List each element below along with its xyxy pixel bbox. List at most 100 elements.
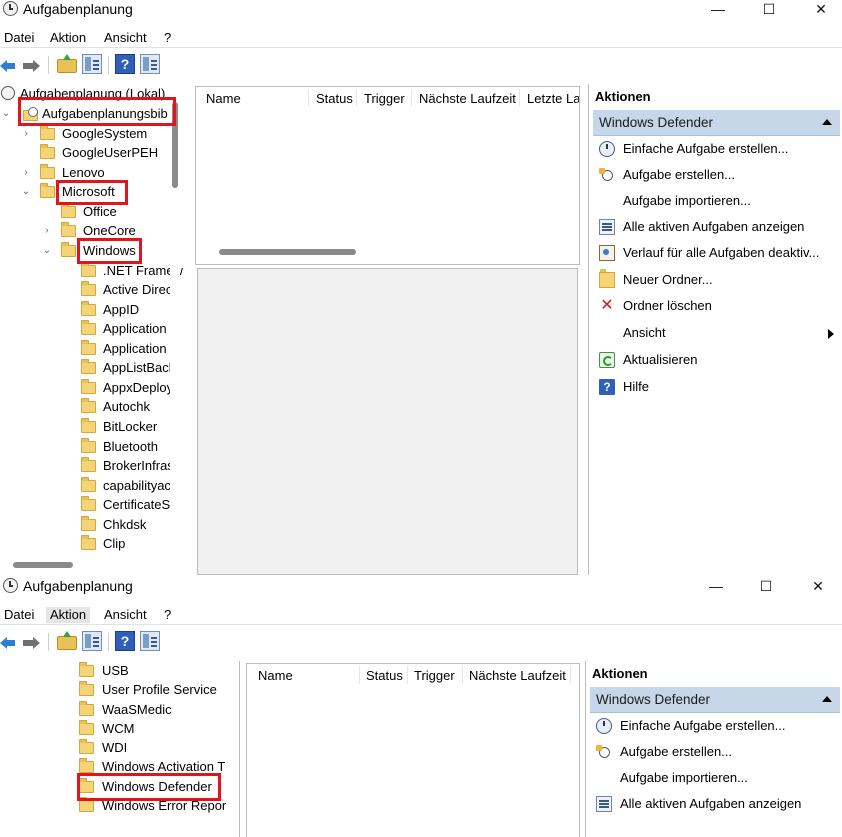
tree-label: Chkdsk bbox=[103, 517, 147, 532]
tree-item-windows-activation[interactable]: Windows Activation T bbox=[0, 757, 235, 776]
action-view-submenu[interactable]: Ansicht bbox=[593, 321, 840, 345]
menu-datei[interactable]: Datei bbox=[4, 607, 34, 623]
help-icon[interactable]: ? bbox=[115, 631, 135, 651]
chevron-right-icon[interactable]: › bbox=[42, 221, 52, 240]
folder-icon bbox=[81, 281, 96, 296]
menu-help[interactable]: ? bbox=[164, 30, 171, 46]
show-hide-console-tree-icon[interactable] bbox=[82, 54, 102, 74]
menu-help[interactable]: ? bbox=[164, 607, 171, 623]
tree-label: WCM bbox=[102, 721, 135, 736]
actions-section-header[interactable]: Windows Defender bbox=[593, 110, 840, 136]
folder-icon bbox=[79, 778, 94, 793]
chevron-down-icon[interactable]: ⌄ bbox=[42, 241, 52, 260]
tree-label: WaaSMedic bbox=[102, 702, 172, 717]
chevron-right-icon[interactable]: › bbox=[21, 124, 31, 143]
maximize-button[interactable]: ☐ bbox=[754, 0, 784, 18]
action-import-task[interactable]: Aufgabe importieren... bbox=[593, 189, 840, 213]
title-bar: Aufgabenplanung — ☐ ✕ bbox=[0, 0, 842, 18]
chevron-right-icon[interactable]: › bbox=[21, 163, 31, 182]
minimize-button[interactable]: — bbox=[701, 577, 731, 595]
chevron-down-icon[interactable]: ⌄ bbox=[21, 182, 31, 201]
action-help[interactable]: ? Hilfe bbox=[593, 375, 840, 399]
column-name[interactable]: Name bbox=[206, 91, 241, 107]
folder-icon bbox=[81, 320, 96, 335]
folder-up-icon[interactable] bbox=[57, 54, 77, 73]
tree-item-windows-error-reporting[interactable]: Windows Error Repor bbox=[0, 796, 235, 815]
action-label: Alle aktiven Aufgaben anzeigen bbox=[623, 219, 805, 234]
tree-label: Clip bbox=[103, 536, 126, 551]
menu-bar: Datei Aktion Ansicht ? bbox=[0, 605, 842, 625]
action-create-task[interactable]: Aufgabe erstellen... bbox=[590, 740, 840, 764]
tree-label: AppxDeploy bbox=[103, 380, 174, 395]
maximize-button[interactable]: ☐ bbox=[751, 577, 781, 595]
tree-label: Aufgabenplanung (Lokal) bbox=[20, 86, 166, 101]
back-arrow-icon[interactable] bbox=[0, 54, 20, 74]
menu-ansicht[interactable]: Ansicht bbox=[104, 30, 147, 46]
task-list-pane: Name Status Trigger Nächste Laufzeit Let… bbox=[195, 86, 580, 265]
chevron-down-icon[interactable]: ⌄ bbox=[1, 104, 11, 123]
column-next-run[interactable]: Nächste Laufzeit bbox=[419, 91, 516, 107]
title-bar: Aufgabenplanung — ☐ ✕ bbox=[0, 577, 842, 595]
action-create-task[interactable]: Aufgabe erstellen... bbox=[593, 163, 840, 187]
tree-label: Microsoft bbox=[62, 184, 115, 199]
column-status[interactable]: Status bbox=[366, 668, 403, 684]
actions-section-header[interactable]: Windows Defender bbox=[590, 687, 840, 713]
action-import-task[interactable]: Aufgabe importieren... bbox=[590, 766, 840, 790]
toolbar-separator bbox=[108, 633, 109, 651]
forward-arrow-icon[interactable] bbox=[22, 631, 42, 651]
action-disable-history[interactable]: Verlauf für alle Aufgaben deaktiv... bbox=[593, 241, 840, 265]
actions-title: Aktionen bbox=[592, 666, 648, 681]
folder-icon bbox=[61, 242, 76, 257]
tree-label: Application bbox=[103, 321, 167, 336]
create-task-icon bbox=[599, 167, 615, 183]
scroll-thumb[interactable] bbox=[172, 102, 178, 188]
basic-task-icon bbox=[599, 141, 615, 157]
action-show-running-tasks[interactable]: Alle aktiven Aufgaben anzeigen bbox=[590, 792, 840, 816]
collapse-triangle-icon[interactable] bbox=[822, 119, 832, 125]
menu-datei[interactable]: Datei bbox=[4, 30, 34, 46]
back-arrow-icon[interactable] bbox=[0, 631, 20, 651]
menu-aktion[interactable]: Aktion bbox=[50, 30, 86, 46]
refresh-icon bbox=[599, 352, 615, 368]
column-next-run[interactable]: Nächste Laufzeit bbox=[469, 668, 566, 684]
folder-icon bbox=[61, 203, 76, 218]
folder-up-icon[interactable] bbox=[57, 631, 77, 650]
action-delete-folder[interactable]: ✕ Ordner löschen bbox=[593, 294, 840, 318]
tree-horizontal-scrollbar[interactable] bbox=[13, 562, 73, 568]
action-show-running-tasks[interactable]: Alle aktiven Aufgaben anzeigen bbox=[593, 215, 840, 239]
tree-label: Application bbox=[103, 341, 167, 356]
show-hide-action-pane-icon[interactable] bbox=[140, 631, 160, 651]
close-button[interactable]: ✕ bbox=[806, 0, 836, 18]
show-hide-action-pane-icon[interactable] bbox=[140, 54, 160, 74]
forward-arrow-icon[interactable] bbox=[22, 54, 42, 74]
action-new-folder[interactable]: Neuer Ordner... bbox=[593, 268, 840, 292]
tree-label: Autochk bbox=[103, 399, 150, 414]
show-hide-console-tree-icon[interactable] bbox=[82, 631, 102, 651]
minimize-button[interactable]: — bbox=[703, 0, 733, 18]
action-create-basic-task[interactable]: Einfache Aufgabe erstellen... bbox=[590, 714, 840, 738]
create-task-icon bbox=[596, 744, 612, 760]
menu-aktion[interactable]: Aktion bbox=[46, 607, 91, 623]
column-last-run[interactable]: Letzte Lau bbox=[527, 91, 579, 107]
column-trigger[interactable]: Trigger bbox=[414, 668, 455, 684]
column-separator bbox=[308, 89, 309, 107]
column-name[interactable]: Name bbox=[258, 668, 293, 684]
action-create-basic-task[interactable]: Einfache Aufgabe erstellen... bbox=[593, 137, 840, 161]
action-label: Hilfe bbox=[623, 379, 650, 394]
task-library-icon bbox=[23, 107, 38, 121]
column-status[interactable]: Status bbox=[316, 91, 353, 107]
task-list-horizontal-scrollbar[interactable] bbox=[219, 249, 356, 255]
action-refresh[interactable]: Aktualisieren bbox=[593, 348, 840, 372]
tree-label: AppID bbox=[103, 302, 140, 317]
help-icon[interactable]: ? bbox=[115, 54, 135, 74]
tree-vertical-scrollbar[interactable] bbox=[170, 84, 180, 554]
folder-icon bbox=[81, 496, 96, 511]
close-button[interactable]: ✕ bbox=[803, 577, 833, 595]
menu-ansicht[interactable]: Ansicht bbox=[104, 607, 147, 623]
toolbar-separator bbox=[48, 633, 49, 651]
column-trigger[interactable]: Trigger bbox=[364, 91, 405, 107]
tree-label: GoogleSystem bbox=[62, 126, 148, 141]
tree-label: Lenovo bbox=[62, 165, 105, 180]
tree-label: Windows Defender bbox=[102, 779, 212, 794]
collapse-triangle-icon[interactable] bbox=[822, 696, 832, 702]
